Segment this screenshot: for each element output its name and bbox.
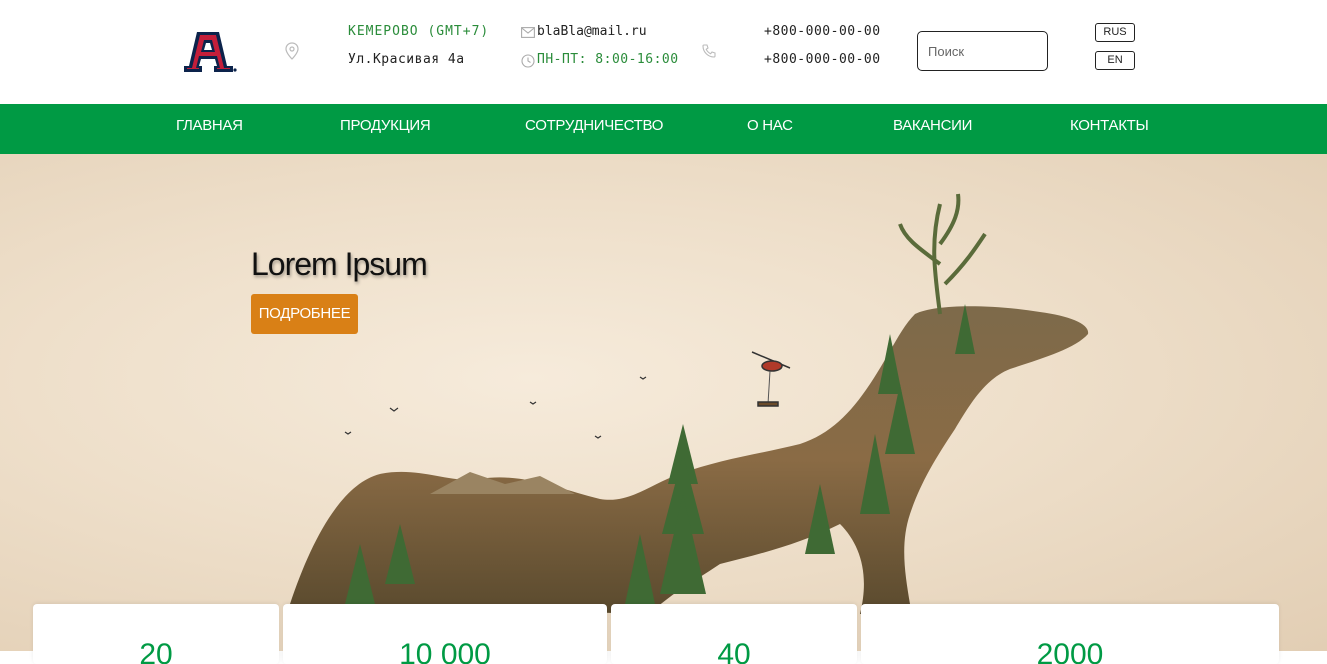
stat-card: 40 — [611, 604, 857, 664]
nav-item-cooperation[interactable]: СОТРУДНИЧЕСТВО — [525, 104, 663, 154]
clock-icon — [521, 54, 535, 68]
hero-banner: Lorem Ipsum ПОДРОБНЕЕ — [0, 154, 1327, 651]
nav-item-products[interactable]: ПРОДУКЦИЯ — [340, 104, 431, 154]
nav-item-about[interactable]: О НАС — [747, 104, 793, 154]
university-a-logo[interactable] — [180, 30, 238, 74]
phone-number-1[interactable]: +800-000-00-00 — [764, 24, 881, 39]
map-pin-icon — [285, 42, 299, 60]
envelope-icon — [521, 27, 535, 38]
stat-value: 20 — [139, 638, 173, 664]
lang-en-button[interactable]: EN — [1095, 51, 1135, 70]
stat-card: 2000 — [861, 604, 1279, 664]
nav-item-vacancies[interactable]: ВАКАНСИИ — [893, 104, 972, 154]
phone-icon — [702, 44, 716, 58]
working-hours: ПН-ПТ: 8:00-16:00 — [537, 52, 679, 67]
stat-value: 10 000 — [399, 638, 491, 664]
stat-value: 40 — [717, 638, 751, 664]
stat-card: 20 — [33, 604, 279, 664]
stat-value: 2000 — [1036, 638, 1104, 664]
site-header: КЕМЕРОВО (GMT+7) Ул.Красивая 4а blaBla@m… — [0, 0, 1327, 104]
phone-number-2[interactable]: +800-000-00-00 — [764, 52, 881, 67]
main-nav: ГЛАВНАЯ ПРОДУКЦИЯ СОТРУДНИЧЕСТВО О НАС В… — [0, 104, 1327, 154]
more-button[interactable]: ПОДРОБНЕЕ — [251, 294, 358, 334]
address-label: Ул.Красивая 4а — [348, 52, 465, 67]
lang-rus-button[interactable]: RUS — [1095, 23, 1135, 42]
email-link[interactable]: blaBla@mail.ru — [537, 24, 647, 39]
hero-title: Lorem Ipsum — [251, 246, 428, 282]
stat-card: 10 000 — [283, 604, 607, 664]
nav-item-contacts[interactable]: КОНТАКТЫ — [1070, 104, 1149, 154]
nav-item-home[interactable]: ГЛАВНАЯ — [176, 104, 243, 154]
forest-deer-collage — [290, 193, 1089, 614]
search-input[interactable] — [917, 31, 1048, 71]
city-label: КЕМЕРОВО (GMT+7) — [348, 24, 490, 39]
